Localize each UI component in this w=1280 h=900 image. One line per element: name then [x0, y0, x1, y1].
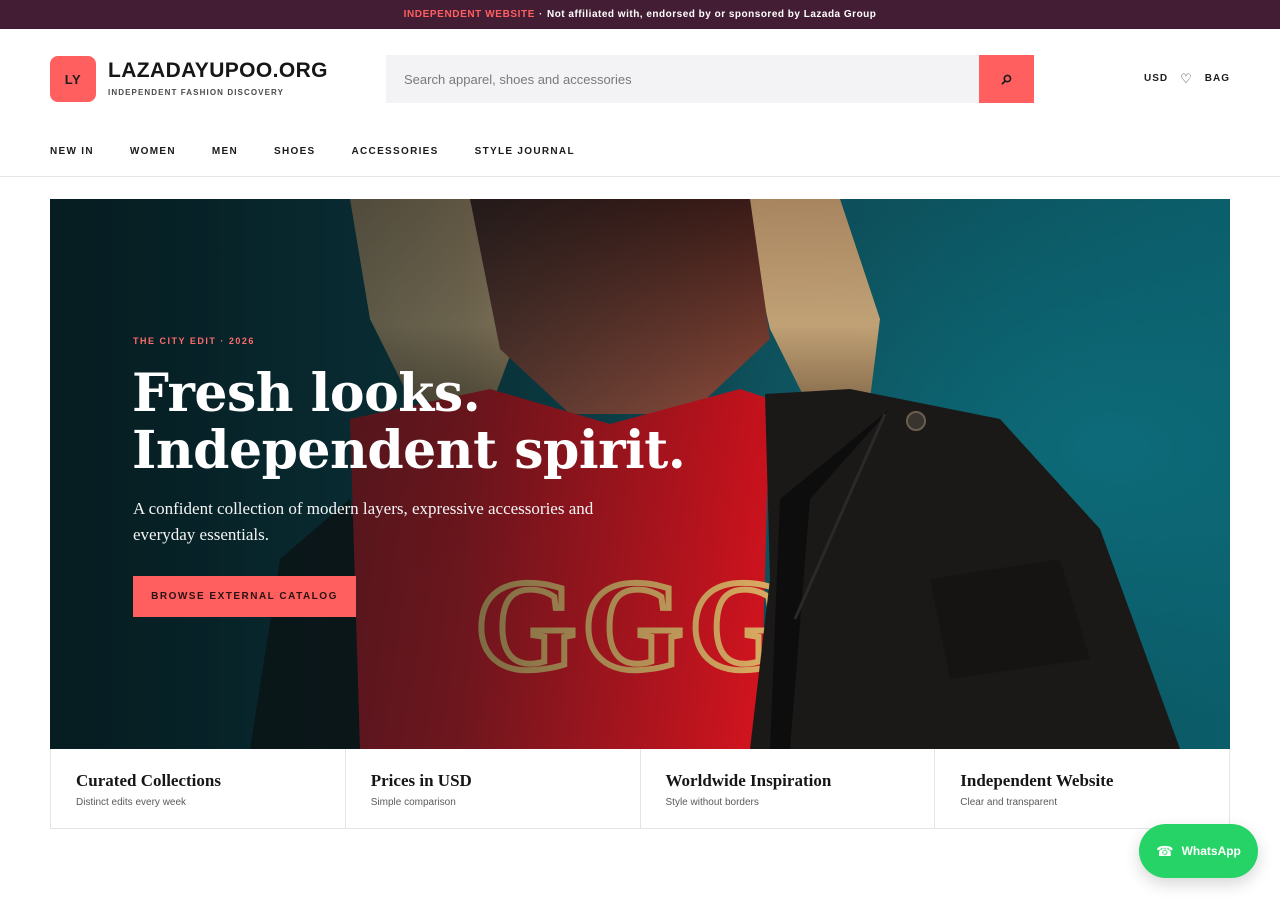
whatsapp-button[interactable]: ☎ WhatsApp [1139, 824, 1258, 878]
nav-item-new-in[interactable]: NEW IN [50, 146, 94, 157]
main-nav: NEW IN WOMEN MEN SHOES ACCESSORIES STYLE… [50, 146, 575, 157]
nav-item-accessories[interactable]: ACCESSORIES [352, 146, 439, 157]
site-tagline: INDEPENDENT FASHION DISCOVERY [108, 88, 285, 97]
header-actions: USD ♡ BAG [1144, 72, 1230, 85]
hero-title-line-2: Independent spirit. [132, 420, 686, 481]
hero-title: Fresh looks. Independent spirit. [132, 363, 686, 481]
whatsapp-label: WhatsApp [1181, 844, 1241, 858]
search-input[interactable] [386, 55, 979, 103]
site-name[interactable]: LAZADAYUPOO.ORG [108, 59, 328, 83]
nav-item-men[interactable]: MEN [212, 146, 238, 157]
heart-icon[interactable]: ♡ [1180, 72, 1193, 85]
search-icon [1001, 74, 1012, 85]
nav-item-women[interactable]: WOMEN [130, 146, 176, 157]
announcement-bar: INDEPENDENT WEBSITE · Not affiliated wit… [0, 0, 1280, 29]
logo-mark[interactable]: LY [50, 56, 96, 102]
announcement-notice: Not affiliated with, endorsed by or spon… [546, 9, 877, 20]
nav-divider [0, 176, 1280, 177]
feature-title: Worldwide Inspiration [665, 771, 832, 790]
feature-title: Independent Website [960, 771, 1114, 790]
bag-link[interactable]: BAG [1205, 73, 1230, 84]
browse-catalog-button[interactable]: BROWSE EXTERNAL CATALOG [133, 576, 356, 617]
search-button[interactable] [979, 55, 1034, 103]
feature-subtitle: Style without borders [665, 797, 759, 808]
hero-subtitle: A confident collection of modern layers,… [133, 499, 594, 544]
search-bar [386, 55, 1034, 103]
features-strip: Curated Collections Distinct edits every… [50, 749, 1230, 829]
feature-worldwide-inspiration: Worldwide Inspiration Style without bord… [641, 749, 936, 828]
nav-item-style-journal[interactable]: STYLE JOURNAL [475, 146, 575, 157]
feature-subtitle: Clear and transparent [960, 797, 1057, 808]
phone-icon: ☎ [1156, 843, 1174, 859]
announcement-highlight: INDEPENDENT WEBSITE [403, 9, 536, 20]
nav-item-shoes[interactable]: SHOES [274, 146, 316, 157]
hero-eyebrow: THE CITY EDIT · 2026 [133, 336, 255, 346]
feature-subtitle: Simple comparison [370, 797, 456, 808]
hero-title-line-1: Fresh looks. [132, 363, 481, 424]
hero-banner: GGG THE CITY EDIT · 2026 Fresh looks. In… [50, 199, 1230, 749]
feature-subtitle: Distinct edits every week [76, 797, 187, 808]
feature-title: Prices in USD [370, 771, 472, 790]
feature-independent-website: Independent Website Clear and transparen… [935, 749, 1229, 828]
announcement-separator: · [539, 9, 543, 20]
currency-selector[interactable]: USD [1144, 73, 1168, 84]
feature-prices-usd: Prices in USD Simple comparison [346, 749, 641, 828]
feature-title: Curated Collections [76, 771, 221, 790]
feature-curated-collections: Curated Collections Distinct edits every… [51, 749, 346, 828]
